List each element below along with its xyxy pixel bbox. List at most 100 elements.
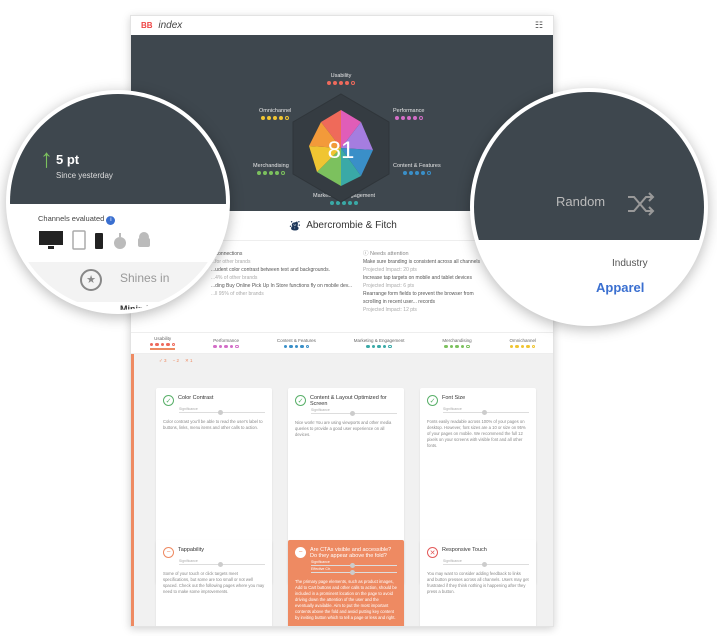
card-header: ✓ Font Size: [427, 395, 529, 406]
attention-impact: Projected Impact: 12 pts: [363, 307, 417, 313]
shuffle-icon[interactable]: [626, 192, 656, 216]
rating-dot: [279, 116, 284, 120]
card-header: ✓ Content & Layout Optimized for Screen: [295, 395, 397, 407]
rating-dot: [274, 171, 279, 175]
rating-dot: [509, 344, 514, 349]
tab-omnichannel[interactable]: Omnichannel: [509, 338, 536, 349]
recommendations-area: ✓ 3 − 2 ✕ 1 ✓ Color Contrast Significance C…: [131, 354, 553, 626]
category-content-features[interactable]: Content & Features: [393, 163, 441, 175]
random-panel[interactable]: Random: [474, 92, 704, 240]
rating-dot: [531, 344, 536, 349]
tab-merchandising[interactable]: Merchandising: [442, 338, 472, 349]
channels-icons: [38, 230, 152, 250]
rating-dot: [515, 344, 519, 349]
significance-slider: Significance: [179, 407, 265, 415]
desktop-icon[interactable]: [38, 230, 64, 250]
slider-label: Significance: [311, 408, 330, 412]
card-title: Are CTAs visible and accessible? Do they…: [310, 547, 392, 559]
tab-label: Marketing & Engagement: [353, 337, 405, 343]
rating-dots: [393, 116, 425, 120]
category-merchandising[interactable]: Merchandising: [253, 163, 289, 175]
rating-dot: [289, 344, 293, 349]
tab-performance[interactable]: Performance: [213, 338, 239, 349]
recommendation-card[interactable]: ✕ Responsive Touch Significance You may wan…: [420, 540, 536, 626]
logo-title: index: [158, 20, 183, 31]
strength-sub: ...ll 95% of other brands: [211, 291, 264, 297]
rating-dot: [366, 344, 370, 349]
rating-dot: [382, 344, 387, 349]
slider-label: Significance: [179, 407, 198, 411]
significance-slider: Significance: [311, 408, 397, 416]
card-body: Some of your touch or click targets meet…: [163, 571, 265, 594]
check-icon: ✓: [159, 358, 163, 363]
attention-impact: Projected Impact: 6 pts: [363, 283, 415, 289]
minus-circle-icon: −: [163, 547, 174, 558]
mobile-icon[interactable]: [94, 232, 104, 250]
category-label: Omnichannel: [259, 108, 292, 114]
rating-dots: [213, 344, 239, 349]
significance-slider: Significance: [443, 559, 529, 567]
slider-label: Effective Ctr.: [311, 567, 331, 571]
rating-dot: [526, 344, 530, 349]
rating-dot: [283, 344, 288, 349]
magnifier-right: Random Industry Apparel: [470, 88, 708, 326]
overall-score: 81: [328, 137, 355, 164]
filter-passed[interactable]: ✓ 3: [159, 358, 167, 364]
rating-dot: [280, 171, 285, 175]
rating-dots: [253, 171, 289, 175]
category-performance[interactable]: Performance: [393, 108, 425, 120]
minus-icon: −: [172, 358, 176, 363]
strengths-list: P connections ...for other brands ...ude…: [211, 250, 361, 298]
card-header: ✓ Color Contrast: [163, 395, 265, 406]
significance-slider: Significance: [443, 407, 529, 415]
shines-in-bar: ★ Shines in: [10, 262, 226, 302]
rating-dot: [408, 171, 413, 175]
needs-attention-heading: ⓘ Needs attention: [363, 250, 483, 258]
card-body: Color contrast you'll be able to read th…: [163, 419, 263, 430]
rating-dot: [402, 171, 407, 175]
filter-failed[interactable]: ✕ 1: [185, 358, 193, 364]
rating-dots: [442, 344, 471, 349]
rating-dot: [273, 116, 278, 120]
filter-count: 1: [190, 358, 193, 363]
rating-dot: [300, 344, 304, 349]
app-logo[interactable]: BB index: [141, 20, 182, 31]
tab-content-features[interactable]: Content & Features: [277, 338, 316, 349]
alert-icon: ⓘ: [363, 251, 371, 257]
tablet-icon[interactable]: [72, 230, 86, 250]
strength-sub: ...4% of other brands: [211, 275, 258, 281]
slider-label: Significance: [443, 407, 462, 411]
rating-dot: [345, 81, 349, 85]
brand-name: Abercrombie & Fitch: [306, 220, 397, 231]
apple-icon[interactable]: [112, 232, 128, 250]
needs-attention-list: ⓘ Needs attention Make sure branding is …: [363, 250, 483, 314]
recommendation-card[interactable]: − Tappability Significance Some of your tou…: [156, 540, 272, 626]
recommendation-card[interactable]: − Are CTAs visible and accessible? Do the…: [288, 540, 404, 626]
rating-dot: [414, 171, 419, 175]
rating-dot: [155, 342, 159, 347]
magnifier-left: ↑ 5 pt Since yesterday Channels evaluate…: [6, 90, 230, 314]
x-icon: ✕: [184, 358, 189, 363]
android-icon[interactable]: [136, 232, 152, 250]
menu-icon[interactable]: ☷: [535, 20, 543, 31]
channels-heading: Channels evaluated i: [38, 214, 116, 225]
card-header: ✕ Responsive Touch: [427, 547, 529, 558]
rating-dot: [305, 344, 310, 349]
x-circle-icon: ✕: [427, 547, 438, 558]
card-body: Nice work! You are using viewports and o…: [295, 420, 392, 437]
category-label: Usability: [330, 73, 352, 79]
info-icon[interactable]: i: [106, 216, 116, 225]
tab-usability[interactable]: Usability: [149, 336, 176, 351]
tab-label: Content & Features: [276, 337, 316, 343]
category-omnichannel[interactable]: Omnichannel: [259, 108, 291, 120]
channels-label: Channels evaluated: [38, 214, 105, 223]
tab-marketing-engagement[interactable]: Marketing & Engagement: [354, 338, 405, 349]
category-usability[interactable]: Usability: [327, 73, 355, 85]
slider-label: Significance: [179, 559, 198, 563]
minus-circle-icon: −: [295, 547, 306, 558]
industry-value[interactable]: Apparel: [596, 280, 644, 295]
slider-label: Significance: [311, 560, 330, 564]
filter-count: 2: [176, 358, 179, 363]
filter-warning[interactable]: − 2: [173, 358, 179, 364]
top-bar: BB index ☷: [131, 16, 553, 35]
